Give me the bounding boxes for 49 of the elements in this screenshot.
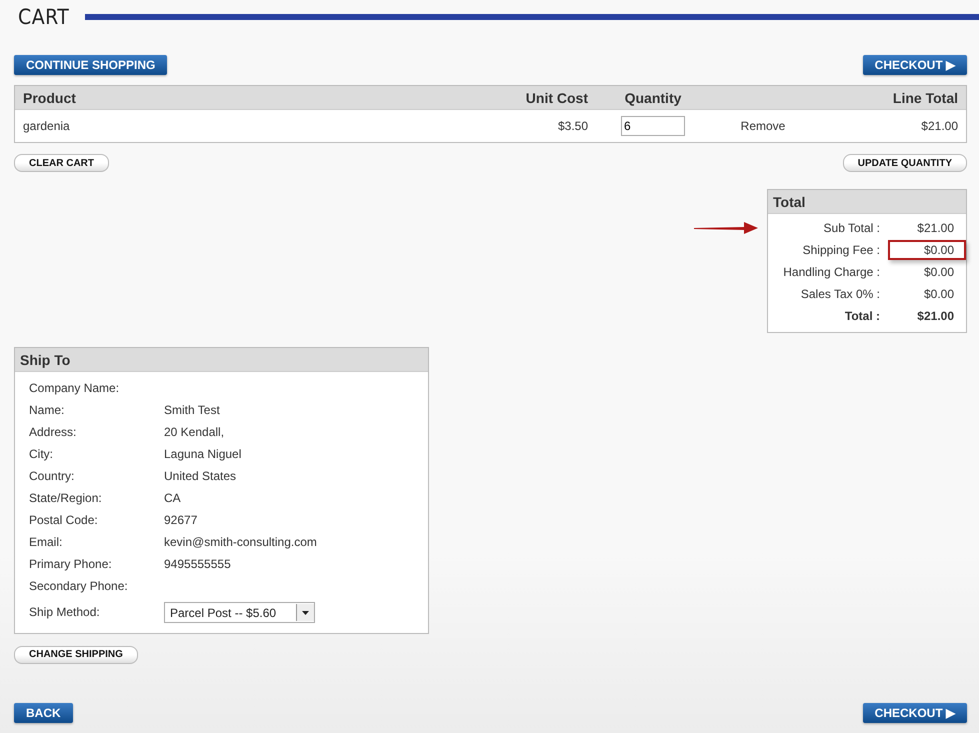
- field-label: Country:: [29, 468, 76, 484]
- total-label: Sub Total :: [822, 220, 881, 236]
- field-label: Ship Method:: [29, 604, 101, 620]
- line-total: $21.00: [920, 119, 958, 133]
- field-label: Name:: [29, 402, 66, 418]
- total-value: $0.00: [922, 264, 955, 281]
- total-value: $0.00: [922, 286, 955, 303]
- navigation-button[interactable]: CONTINUE SHOPPING: [14, 55, 168, 75]
- field-value: United States: [164, 468, 238, 484]
- change-shipping-button[interactable]: CHANGE SHIPPING: [14, 646, 138, 664]
- field-label: Primary Phone:: [29, 556, 113, 572]
- total-value: $21.00: [916, 308, 955, 325]
- panel-title: Ship To: [15, 348, 428, 372]
- page-title: CART: [18, 5, 70, 29]
- field-label: Email:: [29, 534, 64, 550]
- field-value: Smith Test: [164, 402, 221, 418]
- checkout-button[interactable]: CHECKOUT ▶: [862, 703, 967, 723]
- total-value: $0.00: [888, 240, 966, 260]
- unit-cost: $3.50: [556, 119, 588, 133]
- panel-title: Total: [768, 190, 966, 214]
- field-value: Laguna Niguel: [164, 446, 242, 462]
- column-header: Unit Cost: [524, 90, 588, 106]
- checkout-button[interactable]: CHECKOUT ▶: [862, 55, 967, 75]
- product-name: gardenia: [23, 119, 71, 133]
- ship-method-select[interactable]: Parcel Post -- $5.60: [164, 602, 315, 623]
- clear-cart-button[interactable]: CLEAR CART: [14, 154, 109, 172]
- total-label: Sales Tax 0% :: [800, 286, 881, 302]
- column-header: Product: [23, 90, 77, 106]
- field-value: 92677: [164, 512, 198, 528]
- update-quantity-button[interactable]: UPDATE QUANTITY: [842, 154, 967, 172]
- field-label: Postal Code:: [29, 512, 99, 528]
- field-label: City:: [29, 446, 54, 462]
- column-header: Quantity: [624, 90, 682, 106]
- field-label: Secondary Phone:: [29, 578, 129, 594]
- total-label: Shipping Fee :: [802, 242, 881, 258]
- remove-link[interactable]: Remove: [718, 119, 808, 133]
- field-label: State/Region:: [29, 490, 103, 506]
- total-label: Total :: [844, 308, 881, 324]
- total-value: $21.00: [916, 220, 955, 237]
- field-label: Company Name:: [29, 380, 120, 396]
- field-value: 9495555555: [164, 556, 232, 572]
- back-button[interactable]: BACK: [14, 703, 73, 723]
- field-label: Address:: [29, 424, 78, 440]
- field-value: 20 Kendall,: [164, 424, 226, 440]
- total-label: Handling Charge :: [782, 264, 881, 280]
- quantity-field[interactable]: 6: [621, 116, 685, 136]
- field-value: CA: [164, 490, 182, 506]
- column-header: Line Total: [892, 90, 958, 106]
- field-value: kevin@smith-consulting.com: [164, 534, 318, 550]
